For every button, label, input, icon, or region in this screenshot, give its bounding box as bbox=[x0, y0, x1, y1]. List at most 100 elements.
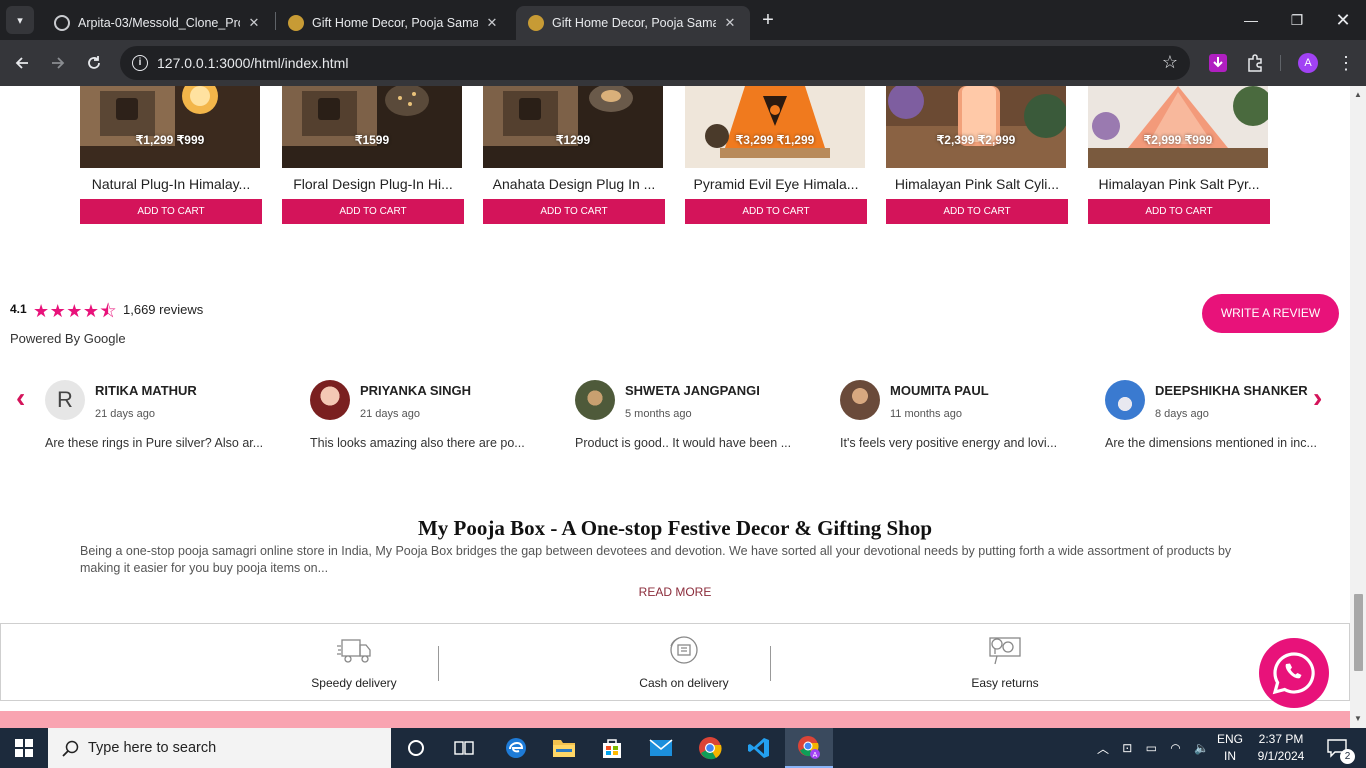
tab-title: Gift Home Decor, Pooja Samagr bbox=[312, 16, 478, 30]
network-warning-icon[interactable]: ⊡ bbox=[1122, 741, 1132, 755]
search-icon bbox=[62, 740, 79, 757]
reviewer-avatar: R bbox=[45, 380, 85, 420]
review-text[interactable]: This looks amazing also there are po... bbox=[310, 436, 535, 450]
features-strip: Speedy delivery Cash on delivery Easy re… bbox=[0, 623, 1350, 701]
product-image[interactable] bbox=[685, 86, 865, 168]
notifications-button[interactable]: 2 bbox=[1318, 728, 1358, 768]
minimize-button[interactable]: — bbox=[1228, 0, 1274, 40]
forward-button[interactable] bbox=[44, 49, 72, 77]
product-name[interactable]: Floral Design Plug-In Hi... bbox=[282, 176, 464, 192]
close-window-button[interactable]: ✕ bbox=[1320, 0, 1366, 40]
add-to-cart-button[interactable]: ADD TO CART bbox=[886, 199, 1068, 224]
close-tab-icon[interactable]: ✕ bbox=[246, 15, 262, 31]
feature-divider bbox=[770, 646, 771, 681]
product-price: ₹1299 bbox=[555, 133, 591, 147]
taskbar-search[interactable]: Type here to search bbox=[48, 728, 391, 768]
add-to-cart-button[interactable]: ADD TO CART bbox=[1088, 199, 1270, 224]
add-to-cart-button[interactable]: ADD TO CART bbox=[685, 199, 867, 224]
read-more-link[interactable]: READ MORE bbox=[0, 585, 1350, 599]
wifi-icon[interactable]: ◠ bbox=[1170, 741, 1180, 755]
address-bar[interactable]: i 127.0.0.1:3000/html/index.html ☆ bbox=[120, 46, 1190, 80]
start-button[interactable] bbox=[0, 728, 48, 768]
review-text[interactable]: Are the dimensions mentioned in inc... bbox=[1105, 436, 1320, 450]
product-name[interactable]: Himalayan Pink Salt Pyr... bbox=[1088, 176, 1270, 192]
close-tab-icon[interactable]: ✕ bbox=[722, 15, 738, 31]
browser-tab-strip: ▾ Arpita-03/Messold_Clone_Proje ✕ Gift H… bbox=[0, 0, 1366, 40]
add-to-cart-button[interactable]: ADD TO CART bbox=[483, 199, 665, 224]
store-icon[interactable] bbox=[588, 728, 636, 768]
reload-button[interactable] bbox=[80, 49, 108, 77]
scrollbar-thumb[interactable] bbox=[1354, 594, 1363, 671]
review-date: 21 days ago bbox=[360, 408, 420, 420]
site-info-icon[interactable]: i bbox=[132, 55, 148, 71]
product-image[interactable] bbox=[483, 86, 663, 168]
mail-icon[interactable] bbox=[637, 728, 685, 768]
feature-label: Cash on delivery bbox=[639, 676, 729, 690]
reload-icon bbox=[88, 56, 100, 69]
reviewer-avatar bbox=[840, 380, 880, 420]
restore-button[interactable]: ❐ bbox=[1274, 0, 1320, 40]
product-image[interactable] bbox=[80, 86, 260, 168]
task-view-icon[interactable] bbox=[440, 728, 488, 768]
site-logo-icon bbox=[288, 15, 304, 31]
tab-pooja-box-active[interactable]: Gift Home Decor, Pooja Samagr ✕ bbox=[516, 6, 750, 40]
back-button[interactable] bbox=[8, 49, 36, 77]
rating-value: 4.1 bbox=[10, 302, 27, 316]
tab-search-button[interactable]: ▾ bbox=[6, 6, 34, 34]
forward-arrow-icon bbox=[52, 57, 65, 69]
add-to-cart-button[interactable]: ADD TO CART bbox=[80, 199, 262, 224]
menu-kebab-icon[interactable]: ⋮ bbox=[1336, 53, 1356, 73]
edge-icon[interactable] bbox=[492, 728, 540, 768]
feature-easy-returns: Easy returns bbox=[905, 632, 1105, 690]
feature-speedy-delivery: Speedy delivery bbox=[254, 632, 454, 690]
scroll-up-arrow-icon[interactable]: ▲ bbox=[1354, 90, 1362, 99]
whatsapp-chat-button[interactable] bbox=[1259, 638, 1329, 708]
add-to-cart-button[interactable]: ADD TO CART bbox=[282, 199, 464, 224]
svg-text:A: A bbox=[813, 752, 818, 759]
tab-github[interactable]: Arpita-03/Messold_Clone_Proje ✕ bbox=[42, 6, 274, 40]
extensions-icon[interactable] bbox=[1245, 53, 1265, 73]
feature-label: Easy returns bbox=[971, 676, 1039, 690]
product-price: ₹1599 bbox=[354, 133, 390, 147]
taskbar-clock[interactable]: 2:37 PM 9/1/2024 bbox=[1252, 731, 1310, 765]
write-review-button[interactable]: WRITE A REVIEW bbox=[1202, 294, 1339, 333]
chrome-profile-icon[interactable]: A bbox=[785, 728, 833, 768]
product-name[interactable]: Natural Plug-In Himalay... bbox=[80, 176, 262, 192]
feature-divider bbox=[438, 646, 439, 681]
product-image[interactable] bbox=[282, 86, 462, 168]
product-name[interactable]: Anahata Design Plug In ... bbox=[483, 176, 665, 192]
volume-icon[interactable]: 🔈 bbox=[1194, 741, 1209, 755]
download-icon[interactable] bbox=[1208, 53, 1228, 73]
scroll-down-arrow-icon[interactable]: ▼ bbox=[1354, 714, 1362, 723]
profile-avatar[interactable]: A bbox=[1298, 53, 1318, 73]
file-explorer-icon[interactable] bbox=[540, 728, 588, 768]
review-text[interactable]: Are these rings in Pure silver? Also ar.… bbox=[45, 436, 270, 450]
new-tab-button[interactable]: + bbox=[758, 8, 778, 32]
clock-date: 9/1/2024 bbox=[1257, 749, 1305, 763]
product-price: ₹3,299 ₹1,299 bbox=[735, 133, 815, 147]
reviewer-avatar bbox=[310, 380, 350, 420]
review-text[interactable]: It's feels very positive energy and lovi… bbox=[840, 436, 1065, 450]
review-date: 5 months ago bbox=[625, 408, 692, 420]
close-tab-icon[interactable]: ✕ bbox=[484, 15, 500, 31]
review-text[interactable]: Product is good.. It would have been ... bbox=[575, 436, 800, 450]
product-image[interactable] bbox=[1088, 86, 1268, 168]
carousel-prev-arrow-icon[interactable]: ‹ bbox=[16, 384, 25, 412]
product-name[interactable]: Himalayan Pink Salt Cyli... bbox=[886, 176, 1068, 192]
reviewer-name: RITIKA MATHUR bbox=[95, 383, 197, 398]
battery-icon[interactable]: ▭ bbox=[1146, 741, 1157, 755]
reviewer-name: MOUMITA PAUL bbox=[890, 383, 989, 398]
product-name[interactable]: Pyramid Evil Eye Himala... bbox=[685, 176, 867, 192]
tray-chevron-up-icon[interactable]: ︿ bbox=[1097, 740, 1109, 757]
bookmark-star-icon[interactable]: ☆ bbox=[1162, 52, 1178, 73]
language-indicator[interactable]: ENG IN bbox=[1212, 731, 1248, 765]
clock-time: 2:37 PM bbox=[1258, 732, 1304, 746]
cortana-icon[interactable] bbox=[392, 728, 440, 768]
chrome-icon[interactable] bbox=[686, 728, 734, 768]
tab-pooja-box[interactable]: Gift Home Decor, Pooja Samagr ✕ bbox=[276, 6, 512, 40]
product-price: ₹2,399 ₹2,999 bbox=[936, 133, 1016, 147]
carousel-next-arrow-icon[interactable]: › bbox=[1313, 384, 1322, 412]
vscode-icon[interactable] bbox=[735, 728, 783, 768]
vertical-scrollbar[interactable]: ▲ ▼ bbox=[1350, 86, 1366, 728]
product-image[interactable] bbox=[886, 86, 1066, 168]
